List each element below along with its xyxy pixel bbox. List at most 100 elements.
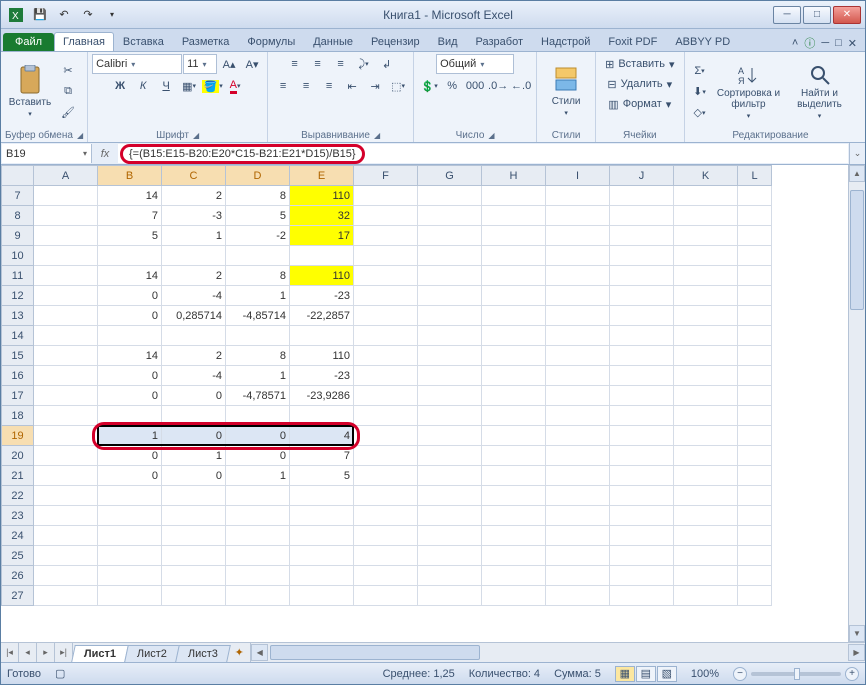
row-header-27[interactable]: 27 — [2, 586, 34, 606]
col-header-B[interactable]: B — [98, 166, 162, 186]
cell-D7[interactable]: 8 — [226, 186, 290, 206]
hscroll-thumb[interactable] — [270, 645, 480, 660]
tab-вставка[interactable]: Вставка — [114, 32, 173, 51]
cell-B27[interactable] — [98, 586, 162, 606]
cell-B24[interactable] — [98, 526, 162, 546]
cell-L12[interactable] — [738, 286, 772, 306]
row-header-11[interactable]: 11 — [2, 266, 34, 286]
cell-E27[interactable] — [290, 586, 354, 606]
cell-I11[interactable] — [546, 266, 610, 286]
cell-F24[interactable] — [354, 526, 418, 546]
row-header-16[interactable]: 16 — [2, 366, 34, 386]
mdi-min[interactable]: ─ — [821, 37, 829, 49]
spreadsheet-grid[interactable]: ABCDEFGHIJKL7142811087-3532951-217101114… — [1, 165, 772, 606]
tab-формулы[interactable]: Формулы — [238, 32, 304, 51]
cell-H7[interactable] — [482, 186, 546, 206]
cell-I8[interactable] — [546, 206, 610, 226]
cell-E25[interactable] — [290, 546, 354, 566]
cell-C8[interactable]: -3 — [162, 206, 226, 226]
cell-K7[interactable] — [674, 186, 738, 206]
cell-G26[interactable] — [418, 566, 482, 586]
cell-D17[interactable]: -4,78571 — [226, 386, 290, 406]
cell-E24[interactable] — [290, 526, 354, 546]
cell-I23[interactable] — [546, 506, 610, 526]
tab-foxit pdf[interactable]: Foxit PDF — [599, 32, 666, 51]
cell-K25[interactable] — [674, 546, 738, 566]
cell-C18[interactable] — [162, 406, 226, 426]
cell-K8[interactable] — [674, 206, 738, 226]
font-family-combo[interactable]: Calibri▾ — [92, 54, 182, 74]
cell-A16[interactable] — [34, 366, 98, 386]
sheet-nav-last[interactable]: ▸| — [55, 643, 73, 662]
cell-H12[interactable] — [482, 286, 546, 306]
underline-button[interactable]: Ч — [155, 76, 177, 96]
tab-рецензир[interactable]: Рецензир — [362, 32, 429, 51]
cell-F16[interactable] — [354, 366, 418, 386]
qat-save[interactable]: 💾 — [29, 4, 51, 26]
cell-K15[interactable] — [674, 346, 738, 366]
cell-G14[interactable] — [418, 326, 482, 346]
cell-B22[interactable] — [98, 486, 162, 506]
cell-C19[interactable]: 0 — [162, 426, 226, 446]
cell-F7[interactable] — [354, 186, 418, 206]
cell-K10[interactable] — [674, 246, 738, 266]
increase-decimal-button[interactable]: .0→ — [487, 76, 509, 96]
cell-K22[interactable] — [674, 486, 738, 506]
cell-A7[interactable] — [34, 186, 98, 206]
cell-B10[interactable] — [98, 246, 162, 266]
cell-A10[interactable] — [34, 246, 98, 266]
currency-button[interactable]: 💲▾ — [418, 76, 440, 96]
cell-H11[interactable] — [482, 266, 546, 286]
clear-button[interactable]: ◇▾ — [689, 103, 711, 123]
decrease-indent-button[interactable]: ⇤ — [341, 76, 363, 96]
cell-C16[interactable]: -4 — [162, 366, 226, 386]
cell-D19[interactable]: 0 — [226, 426, 290, 446]
cell-G9[interactable] — [418, 226, 482, 246]
cell-L24[interactable] — [738, 526, 772, 546]
cell-B9[interactable]: 5 — [98, 226, 162, 246]
cell-H27[interactable] — [482, 586, 546, 606]
cell-K18[interactable] — [674, 406, 738, 426]
row-header-17[interactable]: 17 — [2, 386, 34, 406]
align-center-button[interactable]: ≡ — [295, 76, 317, 96]
cell-K19[interactable] — [674, 426, 738, 446]
cell-I17[interactable] — [546, 386, 610, 406]
font-launcher-icon[interactable]: ◢ — [193, 131, 199, 140]
cell-B17[interactable]: 0 — [98, 386, 162, 406]
cell-B13[interactable]: 0 — [98, 306, 162, 326]
cell-A26[interactable] — [34, 566, 98, 586]
cell-L19[interactable] — [738, 426, 772, 446]
row-header-22[interactable]: 22 — [2, 486, 34, 506]
cell-C10[interactable] — [162, 246, 226, 266]
cell-D15[interactable]: 8 — [226, 346, 290, 366]
cell-C14[interactable] — [162, 326, 226, 346]
cell-E10[interactable] — [290, 246, 354, 266]
cell-D22[interactable] — [226, 486, 290, 506]
formula-bar[interactable]: {=(B15:E15-B20:E20*C15-B21:E21*D15)/B15} — [118, 144, 848, 163]
cell-E19[interactable]: 4 — [290, 426, 354, 446]
font-color-button[interactable]: A▾ — [224, 76, 246, 96]
cell-H20[interactable] — [482, 446, 546, 466]
cell-L18[interactable] — [738, 406, 772, 426]
cell-C15[interactable]: 2 — [162, 346, 226, 366]
cell-D16[interactable]: 1 — [226, 366, 290, 386]
cells-delete-button[interactable]: ⊟ Удалить ▾ — [602, 74, 677, 94]
cell-E7[interactable]: 110 — [290, 186, 354, 206]
expand-formula-bar-icon[interactable]: ⌄ — [849, 143, 865, 164]
cell-D14[interactable] — [226, 326, 290, 346]
cell-E18[interactable] — [290, 406, 354, 426]
cell-D27[interactable] — [226, 586, 290, 606]
cell-F21[interactable] — [354, 466, 418, 486]
cell-G21[interactable] — [418, 466, 482, 486]
cell-J9[interactable] — [610, 226, 674, 246]
cell-F26[interactable] — [354, 566, 418, 586]
align-bottom-button[interactable]: ≡ — [330, 54, 352, 74]
col-header-G[interactable]: G — [418, 166, 482, 186]
view-pagebreak-button[interactable]: ▧ — [657, 666, 677, 682]
cell-B12[interactable]: 0 — [98, 286, 162, 306]
cell-C20[interactable]: 1 — [162, 446, 226, 466]
cell-C27[interactable] — [162, 586, 226, 606]
sheet-nav-next[interactable]: ▸ — [37, 643, 55, 662]
cell-G17[interactable] — [418, 386, 482, 406]
minimize-button[interactable]: ─ — [773, 6, 801, 24]
